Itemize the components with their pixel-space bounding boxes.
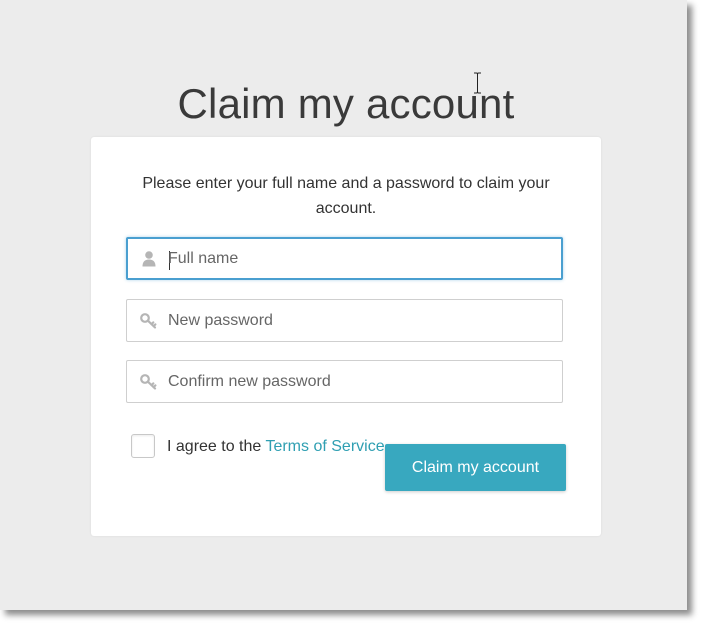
agree-terms-label: I agree to the Terms of Service: [167, 438, 385, 456]
new-password-field[interactable]: [126, 299, 563, 342]
confirm-password-input[interactable]: [168, 361, 548, 402]
terms-of-service-link[interactable]: Terms of Service: [265, 438, 384, 455]
user-icon: [142, 251, 156, 267]
full-name-field[interactable]: [126, 237, 563, 280]
page-title: Claim my account: [177, 80, 515, 128]
agree-prefix-text: I agree to the: [167, 438, 266, 455]
claim-account-card: Please enter your full name and a passwo…: [91, 137, 601, 536]
new-password-input[interactable]: [168, 300, 548, 341]
text-cursor-icon: [474, 72, 481, 94]
claim-account-button[interactable]: Claim my account: [385, 444, 566, 491]
key-icon: [140, 313, 157, 329]
app-window: Claim my account Please enter your full …: [0, 0, 687, 610]
key-icon: [140, 374, 157, 390]
confirm-password-field[interactable]: [126, 360, 563, 403]
full-name-input[interactable]: [168, 239, 548, 278]
agree-terms-checkbox[interactable]: [131, 434, 155, 458]
intro-text: Please enter your full name and a passwo…: [142, 175, 550, 217]
